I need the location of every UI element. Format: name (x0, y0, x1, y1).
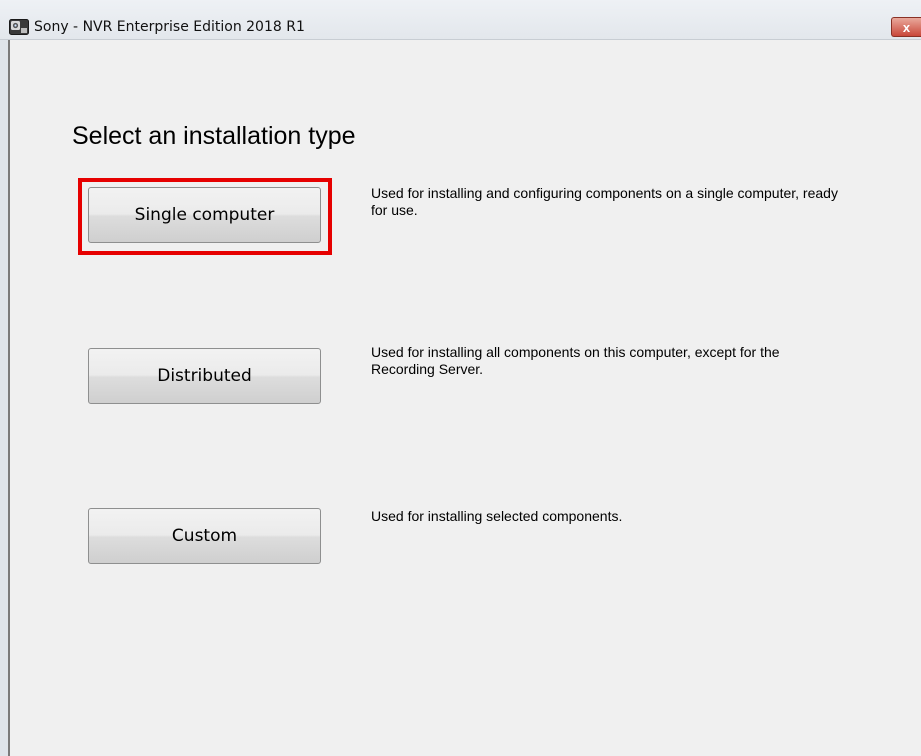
distributed-description: Used for installing all components on th… (371, 344, 780, 377)
content-area: Select an installation type Single compu… (10, 40, 921, 756)
title-bar[interactable]: Sony - NVR Enterprise Edition 2018 R1 x (0, 0, 921, 40)
close-button[interactable]: x (891, 17, 921, 37)
custom-button[interactable]: Custom (88, 508, 321, 564)
app-camera-icon (9, 19, 29, 35)
distributed-button[interactable]: Distributed (88, 348, 321, 404)
window-title: Sony - NVR Enterprise Edition 2018 R1 (34, 19, 305, 35)
installer-window: Sony - NVR Enterprise Edition 2018 R1 x … (0, 0, 921, 756)
single-computer-button[interactable]: Single computer (88, 187, 321, 243)
window-left-edge (0, 40, 10, 756)
single-computer-description: Used for installing and configuring comp… (371, 185, 838, 218)
close-icon: x (902, 19, 911, 35)
custom-description: Used for installing selected components. (371, 508, 623, 524)
page-title: Select an installation type (72, 122, 356, 150)
